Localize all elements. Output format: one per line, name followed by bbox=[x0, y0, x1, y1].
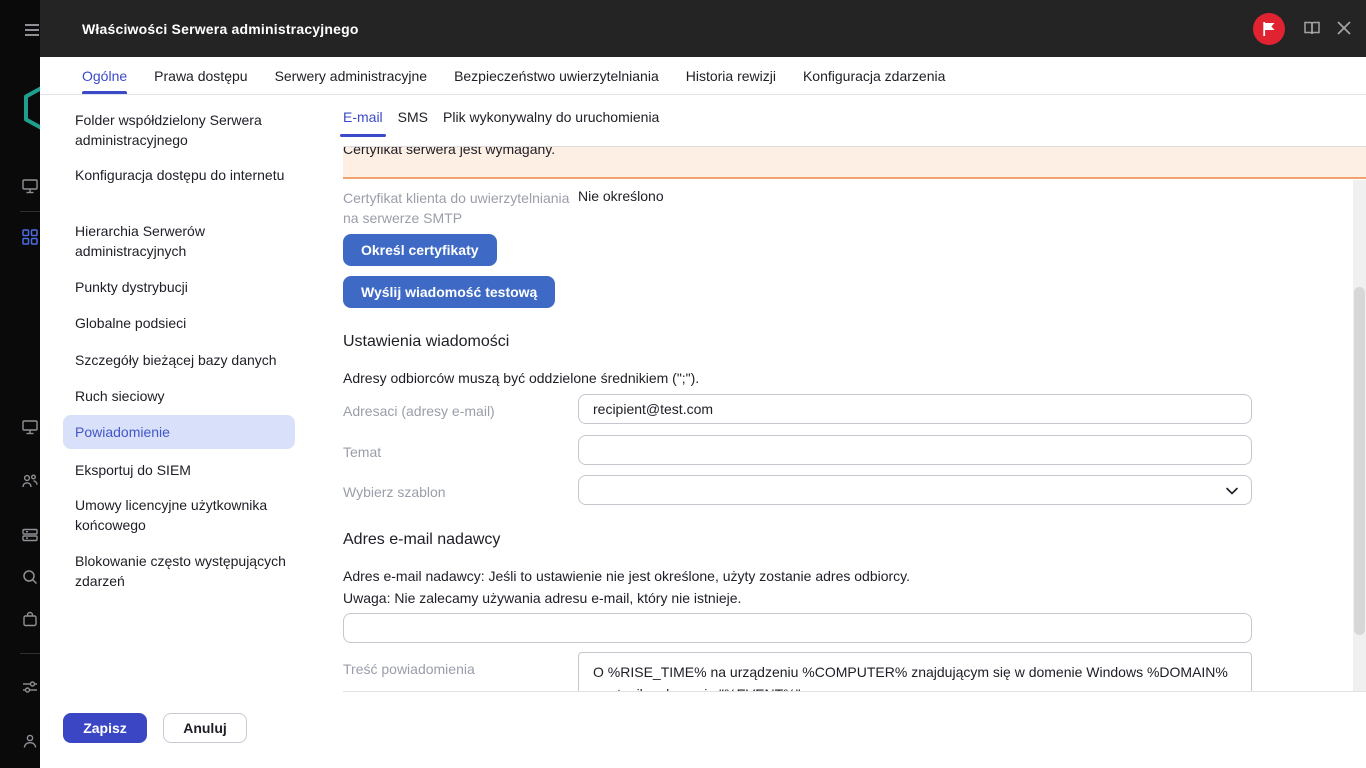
sidebar-item-blokowanie-zdarzen[interactable]: Blokowanie często występujących zdarzeń bbox=[75, 551, 307, 591]
smtp-client-certificate-label: Certyfikat klienta do uwierzytelniania n… bbox=[343, 190, 570, 226]
tab-serwery-administracyjne[interactable]: Serwery administracyjne bbox=[275, 57, 428, 94]
sidebar-item-punkty-dystrybucji[interactable]: Punkty dystrybucji bbox=[75, 277, 307, 297]
certificate-warning-banner: Certyfikat serwera jest wymagany. bbox=[343, 147, 1366, 179]
notifications-flag-icon[interactable] bbox=[1253, 13, 1285, 45]
tab-ogolne[interactable]: Ogólne bbox=[82, 57, 128, 94]
tab-bezpieczenstwo-uwierzytelniania[interactable]: Bezpieczeństwo uwierzytelniania bbox=[454, 57, 659, 94]
sidebar-item-powiadomienie[interactable]: Powiadomienie bbox=[63, 415, 295, 449]
dialog-tabs: Ogólne Prawa dostępu Serwery administrac… bbox=[40, 57, 1366, 95]
sidebar-item-globalne-podsieci[interactable]: Globalne podsieci bbox=[75, 313, 307, 333]
sender-email-input[interactable] bbox=[343, 613, 1252, 643]
tab-historia-rewizji[interactable]: Historia rewizji bbox=[686, 57, 776, 94]
dashboard-icon[interactable] bbox=[21, 228, 39, 246]
subject-input[interactable] bbox=[578, 435, 1252, 465]
search-icon[interactable] bbox=[21, 568, 39, 586]
message-settings-heading: Ustawienia wiadomości bbox=[343, 333, 510, 350]
notification-subtabs: E-mail SMS Plik wykonywalny do uruchomie… bbox=[340, 109, 659, 137]
sender-note-1: Adres e-mail nadawcy: Jeśli to ustawieni… bbox=[343, 568, 911, 584]
users-icon[interactable] bbox=[21, 472, 39, 490]
tab-prawa-dostepu[interactable]: Prawa dostępu bbox=[154, 57, 247, 94]
rail-divider bbox=[20, 211, 40, 212]
subtab-sms[interactable]: SMS bbox=[398, 109, 428, 137]
sender-heading: Adres e-mail nadawcy bbox=[343, 531, 501, 548]
settings-scroll-area[interactable]: Certyfikat serwera jest wymagany. Certyf… bbox=[343, 147, 1366, 692]
scrollbar-track[interactable] bbox=[1353, 180, 1366, 691]
sidebar-item-hierarchia-serwerow[interactable]: Hierarchia Serwerów administracyjnych bbox=[75, 221, 307, 261]
account-icon[interactable] bbox=[21, 732, 39, 750]
subtab-email[interactable]: E-mail bbox=[340, 109, 386, 137]
recipients-note: Adresy odbiorców muszą być oddzielone śr… bbox=[343, 370, 700, 386]
properties-dialog: Ogólne Prawa dostępu Serwery administrac… bbox=[40, 57, 1366, 768]
window-titlebar: Właściwości Serwera administracyjnego bbox=[40, 0, 1366, 57]
sidebar-item-szczegoly-bazy[interactable]: Szczegóły bieżącej bazy danych bbox=[75, 350, 307, 370]
settings-icon[interactable] bbox=[21, 678, 39, 696]
recipients-label: Adresaci (adresy e-mail) bbox=[343, 403, 495, 419]
save-button[interactable]: Zapisz bbox=[63, 713, 147, 743]
sidebar-item-umowy-licencyjne[interactable]: Umowy licencyjne użytkownika końcowego bbox=[75, 495, 307, 535]
banner-text: Certyfikat serwera jest wymagany. bbox=[343, 147, 556, 157]
app-rail bbox=[0, 0, 70, 768]
smtp-client-certificate-value: Nie określono bbox=[578, 188, 664, 204]
chevron-down-icon bbox=[1226, 487, 1238, 495]
template-select[interactable] bbox=[578, 475, 1252, 505]
sidebar-item-ruch-sieciowy[interactable]: Ruch sieciowy bbox=[75, 386, 307, 406]
sender-note-2: Uwaga: Nie zalecamy używania adresu e-ma… bbox=[343, 590, 742, 606]
menu-icon[interactable] bbox=[25, 24, 39, 37]
send-test-message-button[interactable]: Wyślij wiadomość testową bbox=[343, 276, 556, 308]
notification-text-area[interactable]: O %RISE_TIME% na urządzeniu %COMPUTER% z… bbox=[578, 652, 1252, 691]
template-label: Wybierz szablon bbox=[343, 484, 446, 500]
subtab-plik-wykonywalny[interactable]: Plik wykonywalny do uruchomienia bbox=[443, 109, 659, 137]
scrollbar-thumb[interactable] bbox=[1354, 287, 1365, 635]
sidebar-item-konfiguracja-dostepu[interactable]: Konfiguracja dostępu do internetu bbox=[75, 165, 307, 185]
sidebar-item-folder-wspoldzielony[interactable]: Folder współdzielony Serwera administrac… bbox=[75, 110, 307, 150]
monitoring-icon[interactable] bbox=[21, 177, 39, 195]
repositories-icon[interactable] bbox=[21, 526, 39, 544]
close-icon[interactable] bbox=[1336, 20, 1352, 36]
rail-divider bbox=[20, 653, 40, 654]
tab-konfiguracja-zdarzenia[interactable]: Konfiguracja zdarzenia bbox=[803, 57, 945, 94]
help-book-icon[interactable] bbox=[1303, 20, 1321, 36]
notification-text-label: Treść powiadomienia bbox=[343, 661, 475, 677]
window-title: Właściwości Serwera administracyjnego bbox=[82, 20, 359, 37]
recipients-input[interactable] bbox=[578, 394, 1252, 424]
sidebar-item-eksportuj-siem[interactable]: Eksportuj do SIEM bbox=[75, 460, 307, 480]
specify-certificates-button[interactable]: Określ certyfikaty bbox=[343, 234, 497, 266]
subject-label: Temat bbox=[343, 444, 382, 460]
cancel-button[interactable]: Anuluj bbox=[163, 713, 247, 743]
marketplace-icon[interactable] bbox=[21, 610, 39, 628]
devices-icon[interactable] bbox=[21, 418, 39, 436]
